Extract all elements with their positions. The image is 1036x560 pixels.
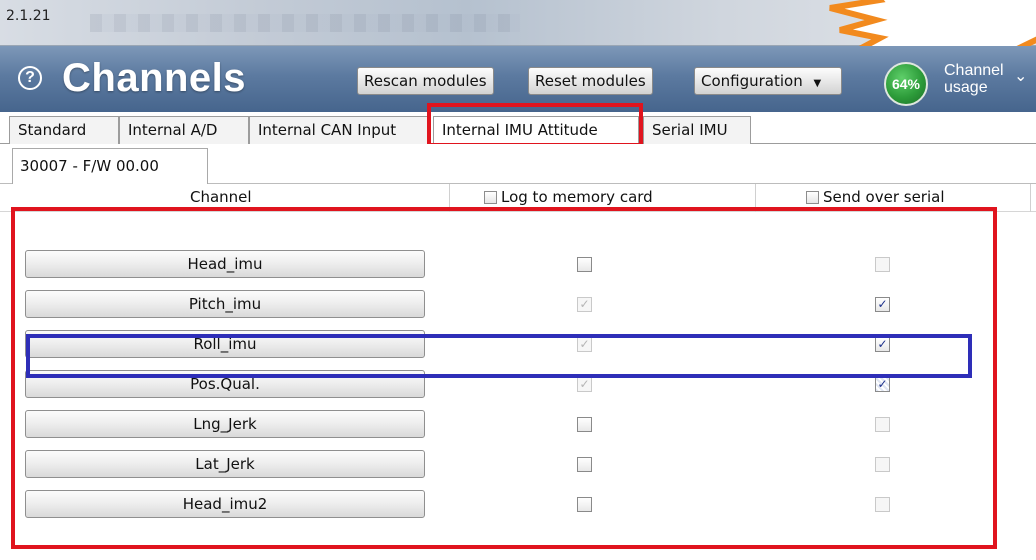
configuration-label: Configuration	[701, 72, 803, 90]
tab-internal-ad[interactable]: Internal A/D	[119, 116, 249, 144]
column-send-over-serial[interactable]: Send over serial	[806, 188, 945, 206]
checkbox-icon[interactable]	[806, 191, 819, 204]
tab-standard[interactable]: Standard	[9, 116, 119, 144]
configuration-dropdown[interactable]: Configuration ▼	[694, 67, 842, 95]
page-title: Channels	[62, 56, 247, 100]
tab-serial-imu[interactable]: Serial IMU	[643, 116, 751, 144]
column-divider	[1030, 184, 1031, 212]
channel-usage-label: Channel usage	[944, 62, 1004, 96]
channel-usage-gauge[interactable]: 64%	[884, 62, 928, 106]
module-tab[interactable]: 30007 - F/W 00.00	[12, 148, 208, 184]
chevron-down-icon: ▼	[813, 78, 822, 89]
column-log-label: Log to memory card	[501, 188, 653, 206]
reset-modules-button[interactable]: Reset modules	[528, 67, 653, 95]
rows-highlight-box	[11, 207, 997, 549]
reset-modules-label: Reset modules	[535, 72, 646, 90]
app-version: 2.1.21	[6, 8, 51, 24]
rescan-modules-label: Rescan modules	[364, 72, 487, 90]
rescan-modules-button[interactable]: Rescan modules	[357, 67, 494, 95]
module-tab-bar: 30007 - F/W 00.00	[0, 144, 1036, 184]
chevron-down-icon[interactable]: ⌄	[1014, 66, 1027, 86]
tab-internal-can-input[interactable]: Internal CAN Input	[249, 116, 429, 144]
column-log-to-memory-card[interactable]: Log to memory card	[484, 188, 653, 206]
column-send-label: Send over serial	[823, 188, 945, 206]
titlebar-decoration	[90, 14, 520, 32]
column-channel: Channel	[190, 188, 252, 206]
help-icon[interactable]: ?	[18, 66, 42, 90]
pos-qual-highlight-box	[26, 334, 972, 378]
checkbox-icon[interactable]	[484, 191, 497, 204]
tab-highlight-box	[427, 103, 643, 147]
